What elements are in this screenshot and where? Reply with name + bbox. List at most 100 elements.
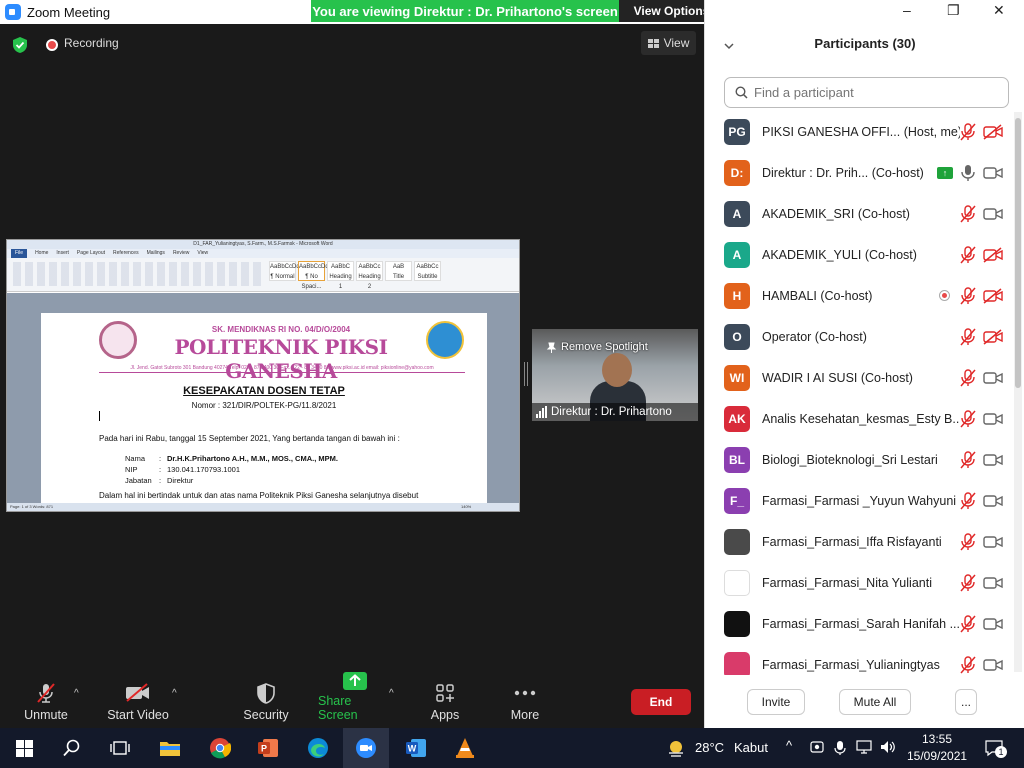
- word-style-subtitle[interactable]: AaBbCc Subtitle: [414, 261, 441, 281]
- participant-search-input[interactable]: [754, 85, 994, 100]
- taskbar-search-icon[interactable]: [60, 736, 84, 760]
- apps-button[interactable]: Apps: [424, 680, 466, 728]
- split-resize-handle[interactable]: [524, 362, 528, 386]
- word-menu-home[interactable]: Home: [35, 249, 48, 258]
- more-button[interactable]: More: [504, 680, 546, 728]
- unmute-button[interactable]: Unmute: [16, 680, 76, 728]
- microphone-muted-icon[interactable]: [960, 122, 976, 141]
- participant-row[interactable]: PG PIKSI GANESHA OFFI... (Host, me): [705, 111, 1017, 152]
- word-menu-review[interactable]: Review: [173, 249, 189, 258]
- video-camera-icon[interactable]: [983, 452, 1003, 468]
- participants-more-button[interactable]: ...: [955, 689, 977, 715]
- participants-scrollbar[interactable]: [1014, 112, 1022, 672]
- encryption-shield-icon[interactable]: [12, 36, 28, 54]
- spotlight-video[interactable]: Remove Spotlight Direktur : Dr. Priharto…: [532, 329, 698, 421]
- microphone-icon[interactable]: [960, 164, 976, 182]
- zoom-taskbar-active[interactable]: [343, 728, 389, 768]
- share-screen-button[interactable]: Share Screen: [318, 672, 392, 728]
- minimize-window-icon[interactable]: –: [903, 2, 911, 18]
- participant-row[interactable]: BL Biologi_Bioteknologi_Sri Lestari: [705, 439, 1017, 480]
- video-off-icon[interactable]: [983, 123, 1003, 140]
- microphone-muted-icon[interactable]: [960, 532, 976, 551]
- security-button[interactable]: Security: [240, 680, 292, 728]
- microphone-tray-icon[interactable]: [834, 740, 846, 756]
- participant-row[interactable]: Farmasi_Farmasi_Nita Yulianti: [705, 562, 1017, 603]
- end-meeting-button[interactable]: End: [631, 689, 691, 715]
- view-button[interactable]: View: [641, 31, 696, 55]
- file-explorer-icon[interactable]: [158, 736, 182, 760]
- start-video-button[interactable]: Start Video: [104, 680, 172, 728]
- word-menu-view[interactable]: View: [197, 249, 208, 258]
- task-view-icon[interactable]: [108, 736, 132, 760]
- participant-row[interactable]: A AKADEMIK_SRI (Co-host): [705, 193, 1017, 234]
- participant-row[interactable]: Farmasi_Farmasi_Sarah Hanifah ...: [705, 603, 1017, 644]
- audio-options-chevron-icon[interactable]: ^: [74, 688, 79, 699]
- microphone-muted-icon[interactable]: [960, 204, 976, 223]
- edge-icon[interactable]: [306, 736, 330, 760]
- notification-center-button[interactable]: 1: [984, 738, 1007, 758]
- video-camera-icon[interactable]: [983, 575, 1003, 591]
- participant-row[interactable]: AK Analis Kesehatan_kesmas_Esty B...: [705, 398, 1017, 439]
- participant-row[interactable]: H HAMBALI (Co-host): [705, 275, 1017, 316]
- chrome-icon[interactable]: [208, 736, 232, 760]
- word-style-normal[interactable]: AaBbCcDd ¶ Normal: [269, 261, 300, 281]
- mute-all-button[interactable]: Mute All: [839, 689, 911, 715]
- microphone-muted-icon[interactable]: [960, 491, 976, 510]
- shared-screen-word-document[interactable]: D1_FAR_Yulianingtyas, S.Farm., M.S.Farms…: [6, 239, 520, 512]
- remove-spotlight-button[interactable]: Remove Spotlight: [546, 341, 648, 353]
- word-menu-insert[interactable]: Insert: [56, 249, 69, 258]
- word-menu-mailings[interactable]: Mailings: [147, 249, 165, 258]
- share-options-chevron-icon[interactable]: ^: [389, 688, 394, 699]
- weather-icon[interactable]: [666, 738, 686, 758]
- participant-row[interactable]: F_ Farmasi_Farmasi _Yuyun Wahyuni: [705, 480, 1017, 521]
- powerpoint-icon[interactable]: P: [256, 736, 280, 760]
- participant-row[interactable]: WI WADIR I AI SUSI (Co-host): [705, 357, 1017, 398]
- microphone-muted-icon[interactable]: [960, 573, 976, 592]
- video-camera-icon[interactable]: [983, 370, 1003, 386]
- microphone-muted-icon[interactable]: [960, 409, 976, 428]
- participant-row[interactable]: D: Direktur : Dr. Prih... (Co-host) ↑: [705, 152, 1017, 193]
- microphone-muted-icon[interactable]: [960, 245, 976, 264]
- invite-button[interactable]: Invite: [747, 689, 805, 715]
- microphone-muted-icon[interactable]: [960, 327, 976, 346]
- word-style-heading-1[interactable]: AaBbC Heading 1: [327, 261, 354, 290]
- microphone-muted-icon[interactable]: [960, 614, 976, 633]
- video-camera-icon[interactable]: [983, 411, 1003, 427]
- video-camera-icon[interactable]: [983, 206, 1003, 222]
- volume-icon[interactable]: [880, 740, 896, 754]
- word-style-no-spacing[interactable]: AaBbCcDd ¶ No Spaci...: [298, 261, 329, 290]
- clock-time[interactable]: 13:55: [922, 732, 952, 746]
- network-icon[interactable]: [856, 740, 872, 754]
- close-window-icon[interactable]: ✕: [993, 2, 1005, 19]
- video-camera-icon[interactable]: [983, 616, 1003, 632]
- show-hidden-icons-chevron-icon[interactable]: ^: [786, 738, 792, 753]
- word-menu-file[interactable]: File: [11, 249, 28, 258]
- video-options-chevron-icon[interactable]: ^: [172, 688, 177, 699]
- video-off-icon[interactable]: [983, 246, 1003, 263]
- video-camera-icon[interactable]: [983, 165, 1003, 181]
- word-taskbar-icon[interactable]: W: [404, 736, 428, 760]
- video-camera-icon[interactable]: [983, 657, 1003, 673]
- word-menu-page-layout[interactable]: Page Layout: [77, 249, 105, 258]
- microphone-muted-icon[interactable]: [960, 368, 976, 387]
- scrollbar-thumb[interactable]: [1015, 118, 1021, 388]
- camera-in-use-icon[interactable]: [810, 740, 824, 754]
- vlc-icon[interactable]: [453, 736, 477, 760]
- participant-search[interactable]: [724, 77, 1009, 108]
- video-camera-icon[interactable]: [983, 493, 1003, 509]
- video-off-icon[interactable]: [983, 328, 1003, 345]
- participant-row[interactable]: Farmasi_Farmasi_Yulianingtyas: [705, 644, 1017, 675]
- maximize-window-icon[interactable]: ❐: [947, 2, 960, 19]
- clock-date[interactable]: 15/09/2021: [907, 749, 967, 763]
- microphone-muted-icon[interactable]: [960, 450, 976, 469]
- participant-row[interactable]: Farmasi_Farmasi_Iffa Risfayanti: [705, 521, 1017, 562]
- participant-row[interactable]: O Operator (Co-host): [705, 316, 1017, 357]
- video-off-icon[interactable]: [983, 287, 1003, 304]
- microphone-muted-icon[interactable]: [960, 655, 976, 674]
- video-camera-icon[interactable]: [983, 534, 1003, 550]
- word-menu-references[interactable]: References: [113, 249, 139, 258]
- microphone-muted-icon[interactable]: [960, 286, 976, 305]
- participant-row[interactable]: A AKADEMIK_YULI (Co-host): [705, 234, 1017, 275]
- word-style-heading-2[interactable]: AaBbCc Heading 2: [356, 261, 383, 290]
- windows-start-icon[interactable]: [12, 736, 36, 760]
